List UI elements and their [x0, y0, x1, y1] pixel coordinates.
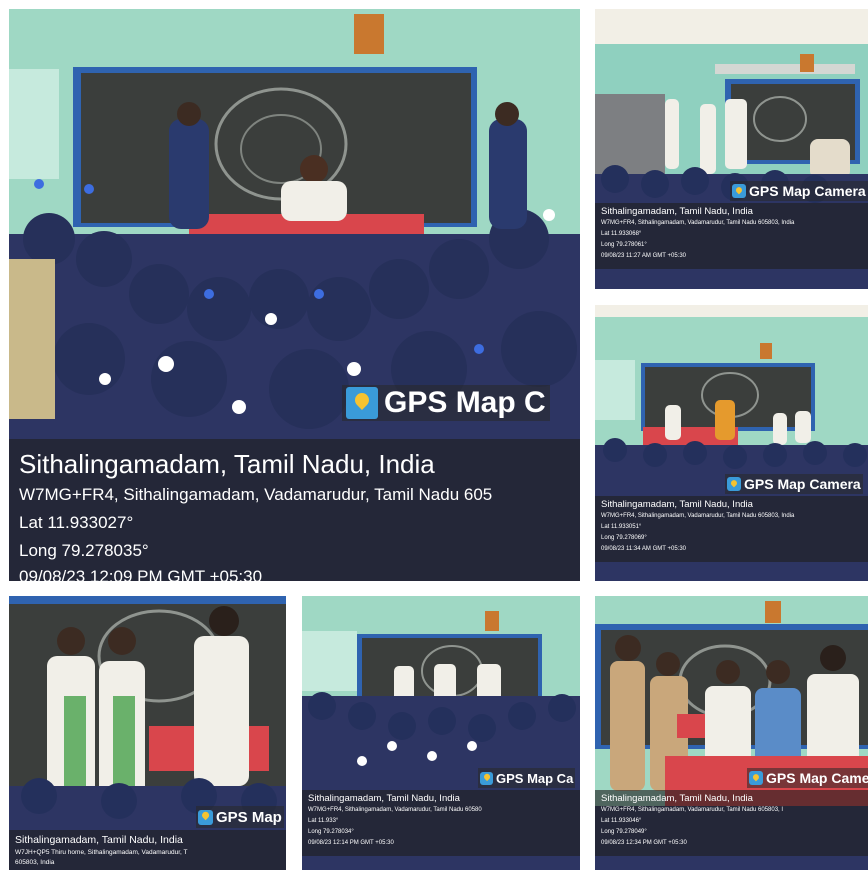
gps-map-camera-icon: [198, 809, 213, 825]
gps-info-panel: Sithalingamadam, Tamil Nadu, India W7MG+…: [595, 790, 868, 856]
location-place: Sithalingamadam, Tamil Nadu, India: [15, 834, 183, 846]
location-place: Sithalingamadam, Tamil Nadu, India: [308, 793, 460, 804]
gps-info-panel: Sithalingamadam, Tamil Nadu, India W7MG+…: [9, 439, 580, 581]
gps-map-camera-badge: GPS Map Ca: [478, 768, 576, 788]
location-address: W7MG+FR4, Sithalingamadam, Vadamarudur, …: [601, 807, 784, 813]
location-longitude: Long 79.278069°: [601, 535, 647, 541]
gps-badge-label: GPS Map Ca: [496, 770, 574, 786]
location-latitude: Lat 11.933068°: [601, 231, 642, 237]
gps-badge-label: GPS Map Camera: [749, 183, 866, 199]
location-timestamp: 09/08/23 11:27 AM GMT +05:30: [601, 253, 687, 259]
location-address: W7MG+FR4, Sithalingamadam, Vadamarudur, …: [601, 220, 795, 226]
gps-map-camera-icon: [346, 387, 378, 419]
gps-info-panel: Sithalingamadam, Tamil Nadu, India W7MG+…: [595, 203, 868, 269]
photo-bottom-left: GPS Map Sithalingamadam, Tamil Nadu, Ind…: [9, 596, 286, 870]
gps-map-camera-badge: GPS Map C: [342, 385, 550, 421]
location-longitude: Long 79.278061°: [601, 242, 647, 248]
location-latitude: Lat 11.933027°: [19, 513, 134, 532]
gps-map-camera-icon: [732, 184, 746, 198]
gps-badge-label: GPS Map Camera: [744, 476, 861, 492]
gps-map-camera-badge: GPS Map Camera: [730, 181, 868, 201]
gps-map-camera-badge: GPS Map Camera: [725, 474, 863, 494]
gps-badge-label: GPS Map C: [384, 386, 546, 419]
gps-map-camera-badge: GPS Map: [196, 806, 284, 828]
photo-bottom-right: GPS Map Came Sithalingamadam, Tamil Nadu…: [595, 596, 868, 870]
location-longitude: Long 79.278035°: [19, 541, 149, 560]
photo-bottom-mid: GPS Map Ca Sithalingamadam, Tamil Nadu, …: [302, 596, 580, 870]
gps-map-camera-icon: [749, 771, 763, 785]
location-address: W7MG+FR4, Sithalingamadam, Vadamarudur, …: [601, 513, 795, 519]
location-address: W7JH+QP5 Thiru home, Sithalingamadam, Va…: [15, 849, 188, 856]
gps-badge-label: GPS Map Came: [766, 770, 868, 786]
location-address: W7MG+FR4, Sithalingamadam, Vadamarudur, …: [308, 807, 482, 813]
gps-info-panel: Sithalingamadam, Tamil Nadu, India W7JH+…: [9, 830, 286, 870]
location-place: Sithalingamadam, Tamil Nadu, India: [601, 499, 753, 510]
location-latitude: Lat 11.933°: [308, 818, 339, 824]
photo-top-right: GPS Map Camera Sithalingamadam, Tamil Na…: [595, 9, 868, 289]
gps-info-panel: Sithalingamadam, Tamil Nadu, India W7MG+…: [302, 790, 580, 856]
location-address: W7MG+FR4, Sithalingamadam, Vadamarudur, …: [19, 485, 493, 504]
location-place: Sithalingamadam, Tamil Nadu, India: [601, 206, 753, 217]
location-timestamp: 09/08/23 11:34 AM GMT +05:30: [601, 546, 687, 552]
gps-info-panel: Sithalingamadam, Tamil Nadu, India W7MG+…: [595, 496, 868, 562]
location-place: Sithalingamadam, Tamil Nadu, India: [19, 449, 435, 479]
location-longitude: Long 79.278034°: [308, 829, 354, 835]
location-address-line2: 605803, India: [15, 859, 55, 866]
gps-map-camera-icon: [480, 771, 493, 785]
location-timestamp: 09/08/23 12:09 PM GMT +05:30: [19, 567, 263, 581]
gps-map-camera-icon: [727, 477, 741, 491]
location-latitude: Lat 11.933046°: [601, 818, 642, 824]
photo-mid-right: GPS Map Camera Sithalingamadam, Tamil Na…: [595, 305, 868, 581]
gps-badge-label: GPS Map: [216, 808, 282, 826]
location-timestamp: 09/08/23 12:14 PM GMT +05:30: [308, 840, 394, 846]
gps-map-camera-badge: GPS Map Came: [747, 768, 868, 788]
location-longitude: Long 79.278049°: [601, 829, 647, 835]
classroom-scene-bottom-left: [9, 596, 286, 870]
location-latitude: Lat 11.933051°: [601, 524, 642, 530]
location-place: Sithalingamadam, Tamil Nadu, India: [601, 793, 753, 804]
location-timestamp: 09/08/23 12:34 PM GMT +05:30: [601, 840, 687, 846]
photo-main: GPS Map C Sithalingamadam, Tamil Nadu, I…: [9, 9, 580, 581]
